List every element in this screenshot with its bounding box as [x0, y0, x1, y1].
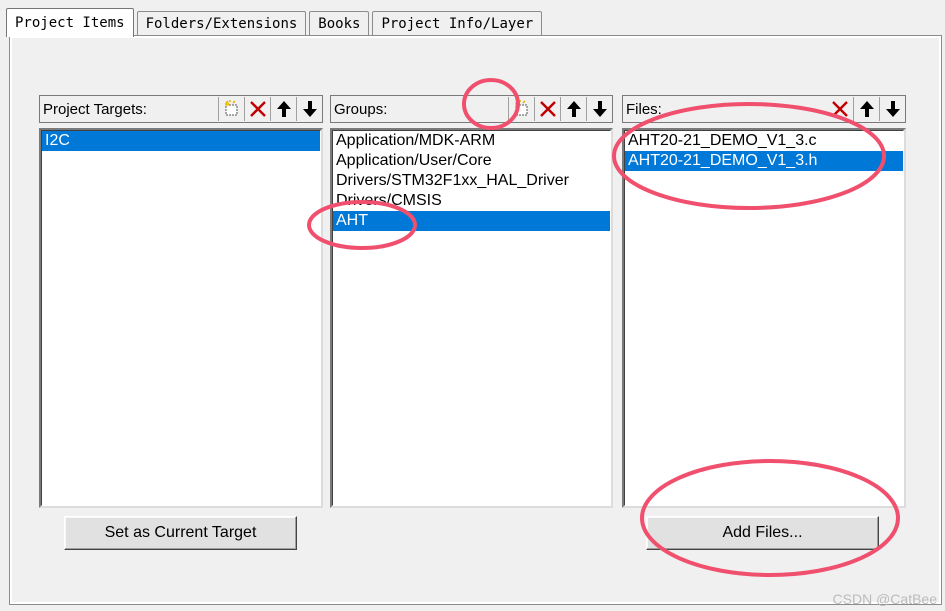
targets-move-up-button[interactable]: [270, 97, 296, 121]
groups-new-button[interactable]: [508, 97, 534, 121]
groups-header: Groups:: [330, 95, 613, 123]
list-item[interactable]: AHT: [333, 211, 610, 231]
delete-icon: [832, 101, 848, 117]
tab-project-items[interactable]: Project Items: [6, 8, 134, 37]
list-item[interactable]: AHT20-21_DEMO_V1_3.c: [625, 131, 903, 151]
files-delete-button[interactable]: [827, 97, 853, 121]
groups-delete-button[interactable]: [534, 97, 560, 121]
files-move-up-button[interactable]: [853, 97, 879, 121]
delete-icon: [539, 101, 556, 117]
delete-icon: [249, 101, 266, 117]
targets-toolbar: [218, 96, 322, 122]
tab-books[interactable]: Books: [309, 11, 370, 36]
targets-delete-button[interactable]: [244, 97, 270, 121]
arrow-up-icon: [566, 101, 581, 117]
watermark: CSDN @CatBee: [832, 591, 937, 607]
add-files-button[interactable]: Add Files...: [646, 516, 879, 550]
targets-label: Project Targets:: [43, 100, 147, 118]
files-header: Files:: [622, 95, 906, 123]
arrow-down-icon: [592, 101, 607, 117]
tab-strip: Project Items Folders/Extensions Books P…: [6, 6, 545, 37]
list-item[interactable]: I2C: [42, 131, 320, 151]
list-item[interactable]: Application/MDK-ARM: [333, 131, 610, 151]
groups-list[interactable]: Application/MDK-ARM Application/User/Cor…: [330, 128, 613, 508]
list-item[interactable]: AHT20-21_DEMO_V1_3.h: [625, 151, 903, 171]
targets-list-inner: I2C: [41, 130, 321, 506]
tab-folders-extensions[interactable]: Folders/Extensions: [136, 11, 307, 36]
files-move-down-button[interactable]: [879, 97, 905, 121]
files-label: Files:: [626, 100, 662, 118]
groups-list-inner: Application/MDK-ARM Application/User/Cor…: [332, 130, 611, 506]
list-item[interactable]: Drivers/CMSIS: [333, 191, 610, 211]
files-list-inner: AHT20-21_DEMO_V1_3.c AHT20-21_DEMO_V1_3.…: [624, 130, 904, 506]
files-list[interactable]: AHT20-21_DEMO_V1_3.c AHT20-21_DEMO_V1_3.…: [622, 128, 906, 508]
arrow-up-icon: [859, 101, 874, 117]
targets-header: Project Targets:: [39, 95, 323, 123]
arrow-down-icon: [885, 101, 900, 117]
groups-move-up-button[interactable]: [560, 97, 586, 121]
groups-toolbar: [508, 96, 612, 122]
tab-project-info-layer[interactable]: Project Info/Layer: [372, 11, 543, 36]
new-item-icon: [224, 100, 237, 116]
files-toolbar: [827, 96, 905, 122]
set-as-current-target-button[interactable]: Set as Current Target: [64, 516, 297, 550]
list-item[interactable]: Drivers/STM32F1xx_HAL_Driver: [333, 171, 610, 191]
groups-move-down-button[interactable]: [586, 97, 612, 121]
groups-label: Groups:: [334, 100, 388, 118]
new-item-icon: [514, 100, 527, 116]
targets-list[interactable]: I2C: [39, 128, 323, 508]
targets-move-down-button[interactable]: [296, 97, 322, 121]
arrow-down-icon: [302, 101, 317, 117]
targets-new-button[interactable]: [218, 97, 244, 121]
arrow-up-icon: [276, 101, 291, 117]
list-item[interactable]: Application/User/Core: [333, 151, 610, 171]
